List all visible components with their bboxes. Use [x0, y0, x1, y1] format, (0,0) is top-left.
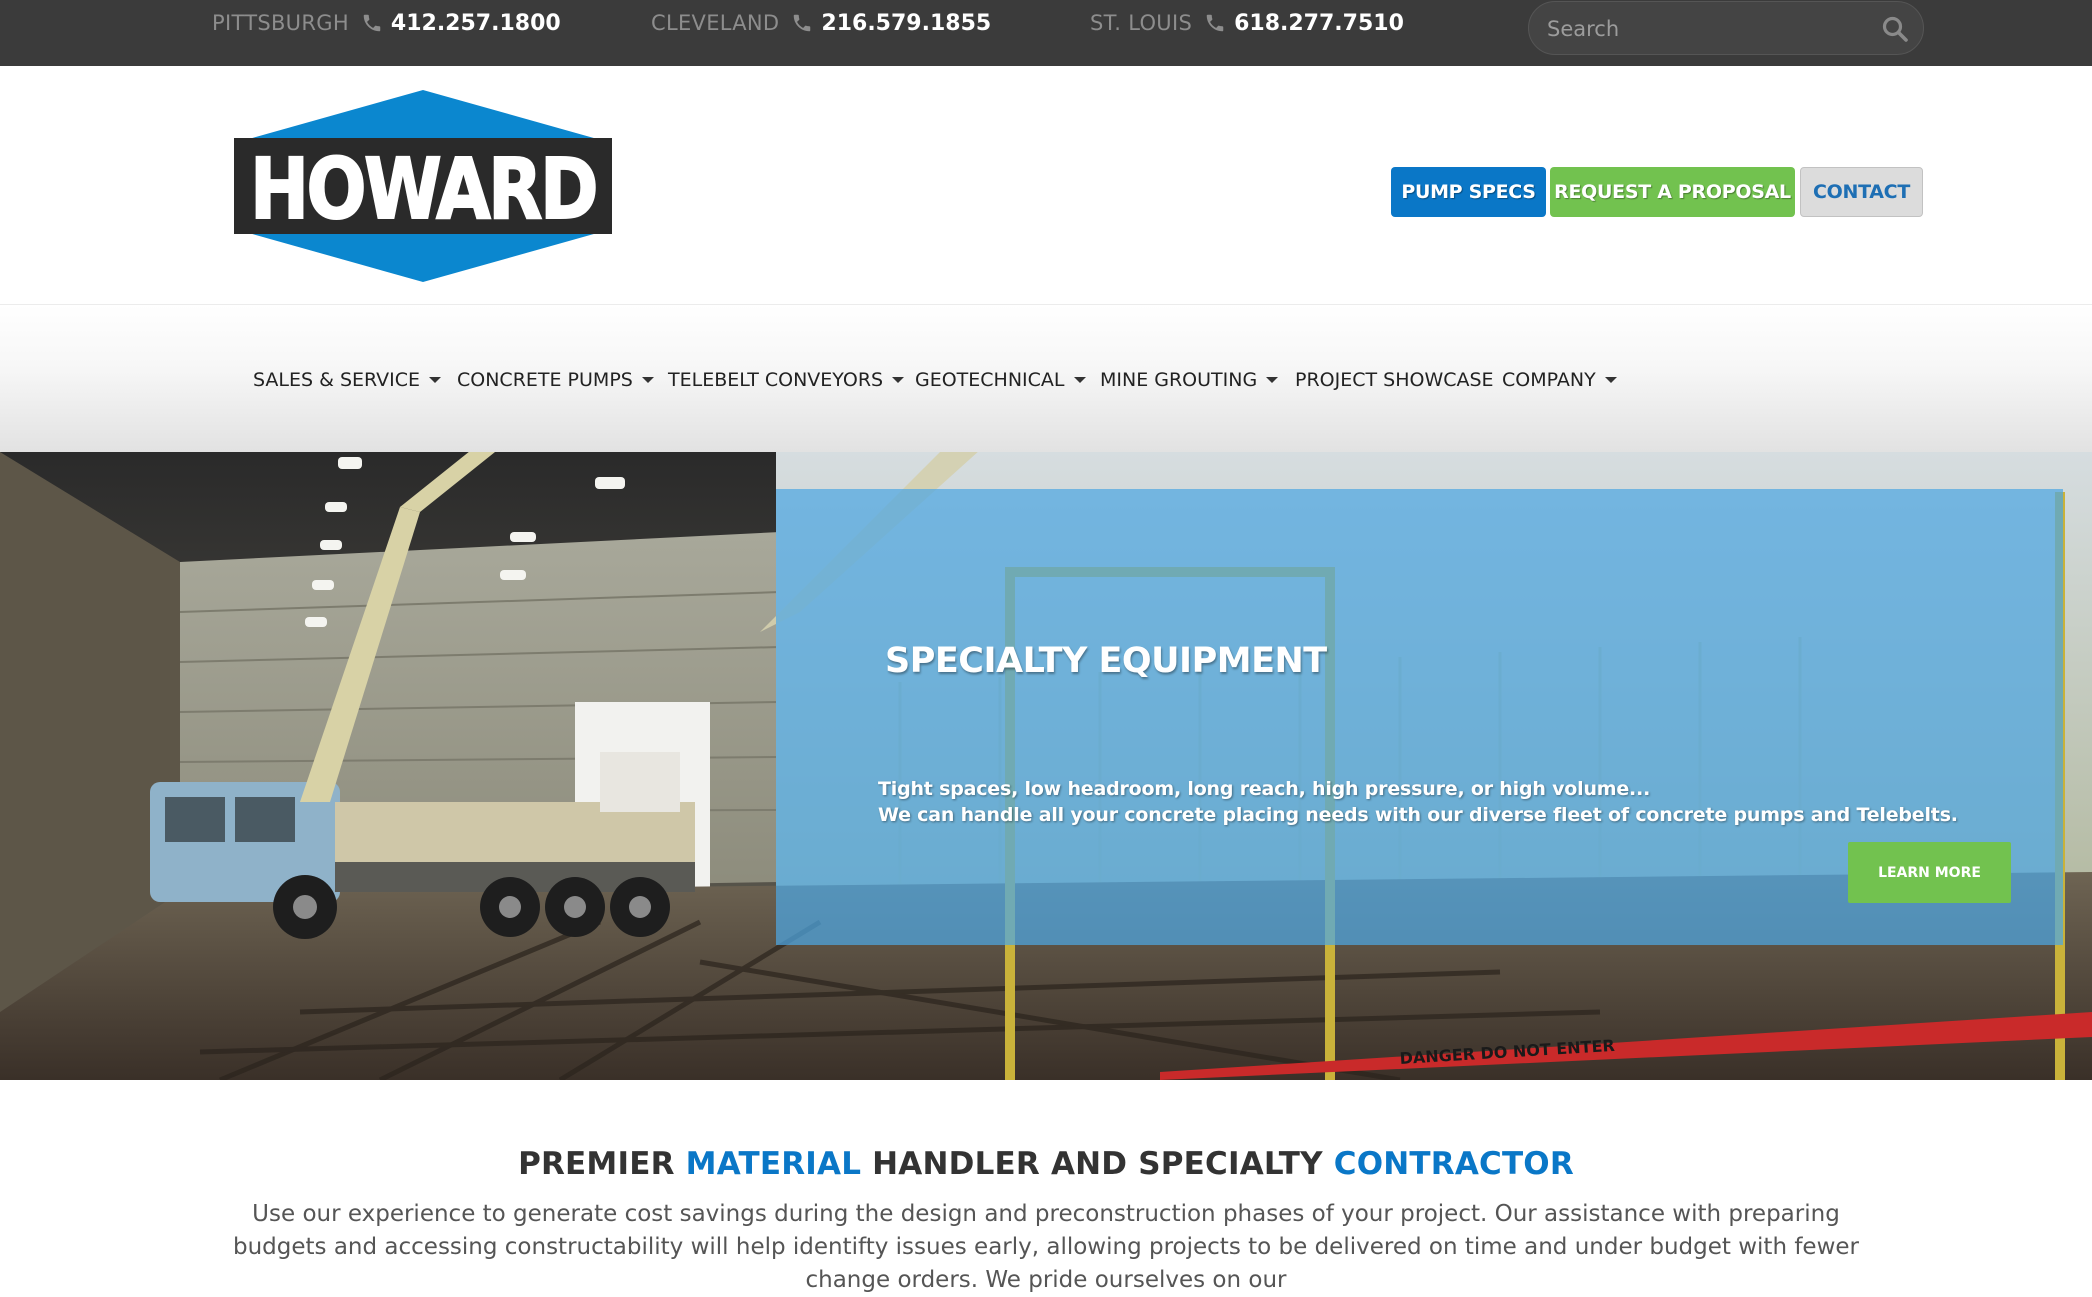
- nav-item-company[interactable]: COMPANY: [1502, 365, 1617, 395]
- phone-number[interactable]: 412.257.1800: [391, 11, 561, 36]
- nav-item-sales-service[interactable]: SALES & SERVICE: [253, 365, 442, 395]
- contact-button[interactable]: CONTACT: [1800, 167, 1923, 217]
- hero-title: SPECIALTY EQUIPMENT: [885, 641, 1327, 681]
- main-navigation: SALES & SERVICE CONCRETE PUMPS TELEBELT …: [0, 304, 2092, 452]
- caret-down-icon: [429, 377, 442, 383]
- nav-item-label: GEOTECHNICAL: [915, 369, 1065, 391]
- phone-icon: [794, 14, 811, 32]
- caret-down-icon: [1073, 377, 1086, 383]
- intro-heading: PREMIER MATERIAL HANDLER AND SPECIALTY C…: [0, 1146, 2092, 1182]
- nav-item-concrete-pumps[interactable]: CONCRETE PUMPS: [457, 365, 654, 395]
- caret-down-icon: [641, 377, 654, 383]
- top-bar: PITTSBURGH 412.257.1800 CLEVELAND 216.57…: [0, 0, 2092, 66]
- site-header: HOWARD PUMP SPECS REQUEST A PROPOSAL CON…: [0, 66, 2092, 304]
- intro-heading-part: HANDLER AND SPECIALTY: [861, 1146, 1334, 1182]
- hero-subtitle-line-2: We can handle all your concrete placing …: [878, 804, 1958, 826]
- location-st-louis: ST. LOUIS 618.277.7510: [1090, 8, 1404, 38]
- nav-item-project-showcase[interactable]: PROJECT SHOWCASE: [1295, 365, 1494, 395]
- intro-paragraph: Use our experience to generate cost savi…: [232, 1201, 1859, 1293]
- request-proposal-button[interactable]: REQUEST A PROPOSAL: [1550, 167, 1795, 217]
- phone-icon: [363, 14, 381, 32]
- intro-heading-accent: MATERIAL: [685, 1146, 862, 1182]
- nav-item-telebelt-conveyors[interactable]: TELEBELT CONVEYORS: [668, 365, 905, 395]
- pump-specs-button[interactable]: PUMP SPECS: [1391, 167, 1546, 217]
- hero-slider: DANGER DO NOT ENTER SPECIALTY EQUIPMENT …: [0, 452, 2092, 1080]
- learn-more-button[interactable]: LEARN MORE: [1848, 842, 2011, 903]
- search-input[interactable]: [1547, 10, 1867, 48]
- nav-item-mine-grouting[interactable]: MINE GROUTING: [1100, 365, 1279, 395]
- nav-item-label: PROJECT SHOWCASE: [1295, 369, 1494, 391]
- location-cleveland: CLEVELAND 216.579.1855: [651, 8, 991, 38]
- nav-item-label: CONCRETE PUMPS: [457, 369, 633, 391]
- location-pittsburgh: PITTSBURGH 412.257.1800: [212, 8, 561, 38]
- location-city: PITTSBURGH: [212, 11, 349, 35]
- caret-down-icon: [892, 377, 905, 383]
- caret-down-icon: [1604, 377, 1617, 383]
- nav-item-label: SALES & SERVICE: [253, 369, 421, 391]
- caret-down-icon: [1266, 377, 1279, 383]
- intro-heading-accent: CONTRACTOR: [1333, 1146, 1574, 1182]
- nav-item-label: MINE GROUTING: [1100, 369, 1258, 391]
- logo-wordmark: HOWARD: [250, 140, 596, 238]
- phone-number[interactable]: 618.277.7510: [1234, 11, 1404, 36]
- location-city: CLEVELAND: [651, 11, 780, 35]
- phone-icon: [1206, 14, 1224, 32]
- phone-number[interactable]: 216.579.1855: [821, 11, 991, 36]
- hero-caption-panel: SPECIALTY EQUIPMENT Tight spaces, low he…: [776, 489, 2063, 945]
- search-box: [1528, 1, 1924, 55]
- nav-item-geotechnical[interactable]: GEOTECHNICAL: [915, 365, 1086, 395]
- intro-heading-part: PREMIER: [518, 1146, 686, 1182]
- hero-subtitle-line-1: Tight spaces, low headroom, long reach, …: [878, 778, 1651, 800]
- nav-item-label: COMPANY: [1502, 369, 1596, 391]
- search-icon[interactable]: [1881, 15, 1909, 43]
- nav-item-label: TELEBELT CONVEYORS: [668, 369, 884, 391]
- howard-logo[interactable]: HOWARD: [234, 88, 612, 284]
- location-city: ST. LOUIS: [1090, 11, 1193, 35]
